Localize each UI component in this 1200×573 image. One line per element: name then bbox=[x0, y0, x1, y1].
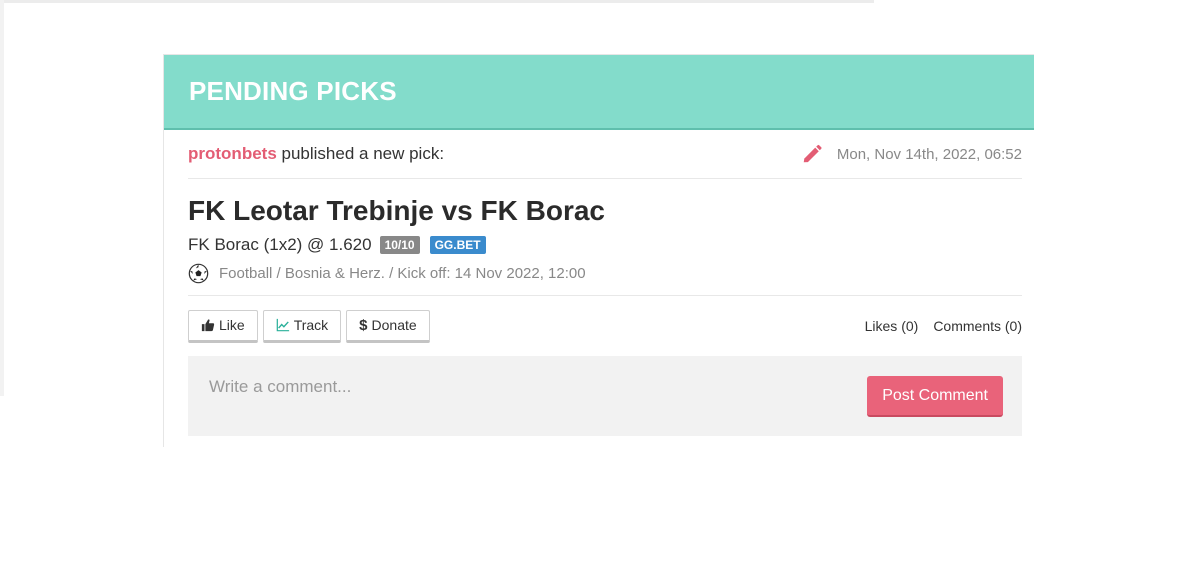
published-row: protonbets published a new pick: Mon, No… bbox=[188, 130, 1022, 179]
like-label: Like bbox=[219, 317, 245, 333]
pick-meta-text: Football / Bosnia & Herz. / Kick off: 14… bbox=[219, 265, 586, 282]
bookmaker-badge[interactable]: GG.BET bbox=[429, 236, 486, 254]
like-button[interactable]: Like bbox=[188, 309, 258, 343]
published-line: protonbets published a new pick: bbox=[188, 144, 444, 164]
pick-meta-row: Football / Bosnia & Herz. / Kick off: 14… bbox=[188, 263, 1022, 296]
match-title[interactable]: FK Leotar Trebinje vs FK Borac bbox=[188, 195, 1022, 227]
donate-button[interactable]: $ Donate bbox=[346, 309, 430, 343]
confidence-badge: 10/10 bbox=[379, 236, 420, 254]
pick-selection-row: FK Borac (1x2) @ 1.620 10/10 GG.BET bbox=[188, 235, 1022, 255]
post-comment-button[interactable]: Post Comment bbox=[867, 376, 1003, 417]
pick-stats: Likes (0) Comments (0) bbox=[865, 318, 1022, 334]
publish-date: Mon, Nov 14th, 2022, 06:52 bbox=[836, 145, 1022, 163]
actions-row: Like Track $ Donate Likes (0) Comments (… bbox=[188, 296, 1022, 356]
background-strip-top bbox=[0, 0, 874, 3]
username-link[interactable]: protonbets bbox=[188, 144, 277, 163]
thumbs-up-icon bbox=[201, 319, 215, 332]
card-title: PENDING PICKS bbox=[189, 76, 397, 106]
pick-selection: FK Borac (1x2) @ 1.620 bbox=[188, 235, 372, 254]
comment-input[interactable] bbox=[207, 376, 811, 398]
donate-label: Donate bbox=[371, 317, 417, 333]
background-strip-left bbox=[0, 0, 4, 396]
pick-body: protonbets published a new pick: Mon, No… bbox=[164, 130, 1034, 436]
football-icon bbox=[188, 263, 209, 284]
pending-picks-card: PENDING PICKS protonbets published a new… bbox=[163, 54, 1034, 447]
track-label: Track bbox=[293, 317, 329, 333]
line-chart-icon bbox=[276, 318, 289, 332]
dollar-icon: $ bbox=[359, 316, 368, 334]
pencil-icon[interactable] bbox=[801, 143, 823, 165]
published-meta: Mon, Nov 14th, 2022, 06:52 bbox=[801, 143, 1022, 165]
track-button[interactable]: Track bbox=[262, 309, 342, 343]
likes-count[interactable]: Likes (0) bbox=[865, 318, 919, 334]
comment-box: Post Comment bbox=[188, 356, 1022, 436]
card-header: PENDING PICKS bbox=[164, 55, 1034, 130]
comments-count[interactable]: Comments (0) bbox=[933, 318, 1022, 334]
action-buttons: Like Track $ Donate bbox=[188, 309, 430, 343]
published-text: published a new pick: bbox=[281, 144, 445, 163]
